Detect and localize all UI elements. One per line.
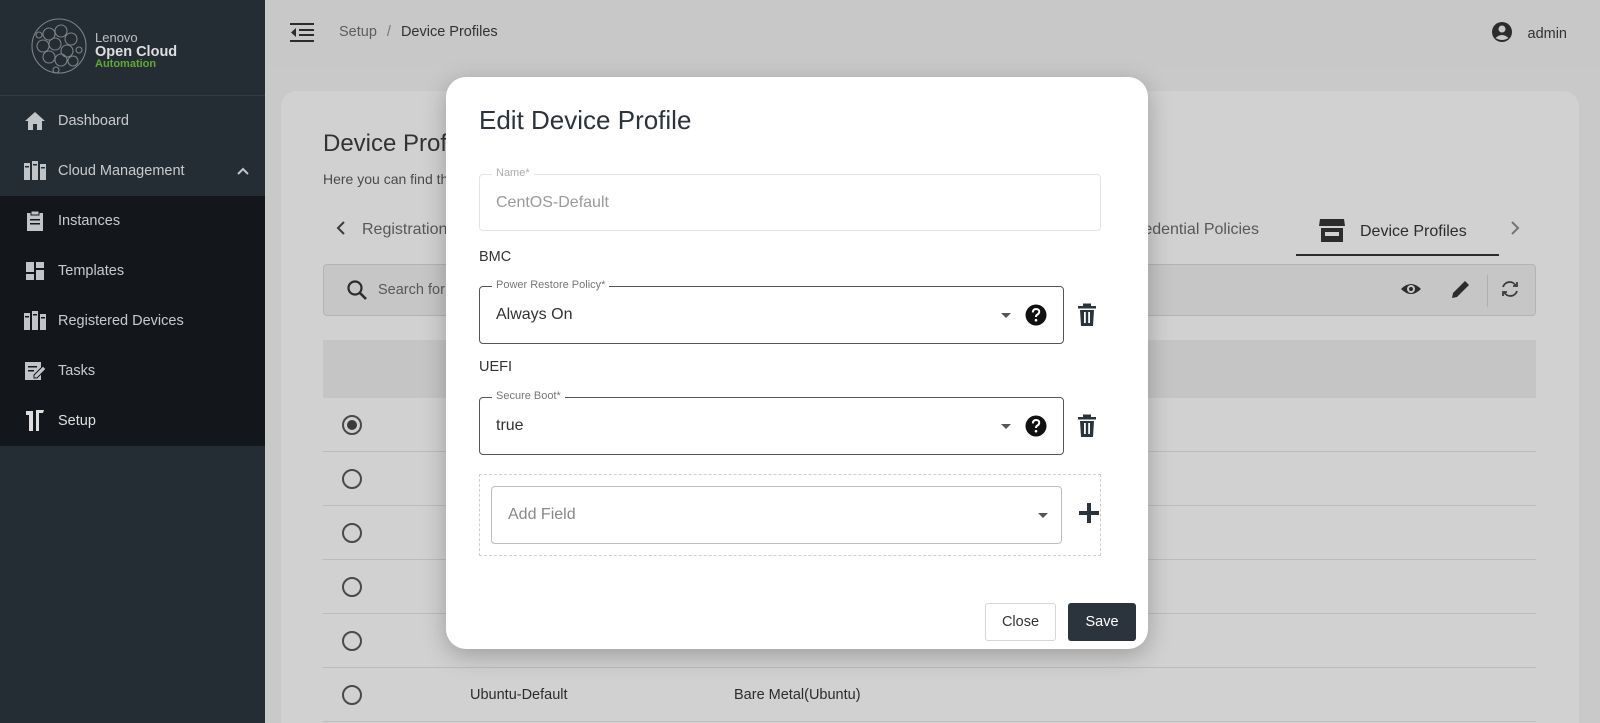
dropdown-caret-icon (1001, 424, 1011, 429)
name-field-label: Name* (492, 167, 534, 179)
power-restore-policy-value: Always On (496, 306, 573, 323)
name-field: Name* CentOS-Default (479, 167, 1101, 231)
add-field-select[interactable]: Add Field (491, 486, 1062, 544)
dropdown-caret-icon (1001, 313, 1011, 318)
name-field-value: CentOS-Default (496, 194, 609, 211)
add-field-placeholder: Add Field (508, 506, 576, 523)
uefi-section-label: UEFI (479, 359, 513, 375)
power-restore-policy-label: Power Restore Policy* (492, 279, 610, 291)
secure-boot-label: Secure Boot* (492, 390, 565, 402)
power-restore-policy-select[interactable]: Power Restore Policy* Always On (479, 279, 1064, 344)
help-icon[interactable] (1025, 304, 1047, 331)
secure-boot-value: true (496, 417, 524, 434)
dialog-title: Edit Device Profile (479, 105, 692, 135)
secure-boot-select[interactable]: Secure Boot* true (479, 390, 1064, 455)
delete-uefi-field-icon[interactable] (1077, 414, 1097, 443)
dropdown-caret-icon (1038, 513, 1048, 518)
help-icon[interactable] (1025, 415, 1047, 442)
delete-bmc-field-icon[interactable] (1077, 303, 1097, 332)
bmc-section-label: BMC (479, 249, 512, 265)
edit-device-profile-dialog: Edit Device Profile Name* CentOS-Default… (446, 77, 1148, 649)
save-button[interactable]: Save (1068, 603, 1136, 641)
add-icon[interactable] (1078, 502, 1100, 529)
close-button[interactable]: Close (985, 603, 1056, 641)
